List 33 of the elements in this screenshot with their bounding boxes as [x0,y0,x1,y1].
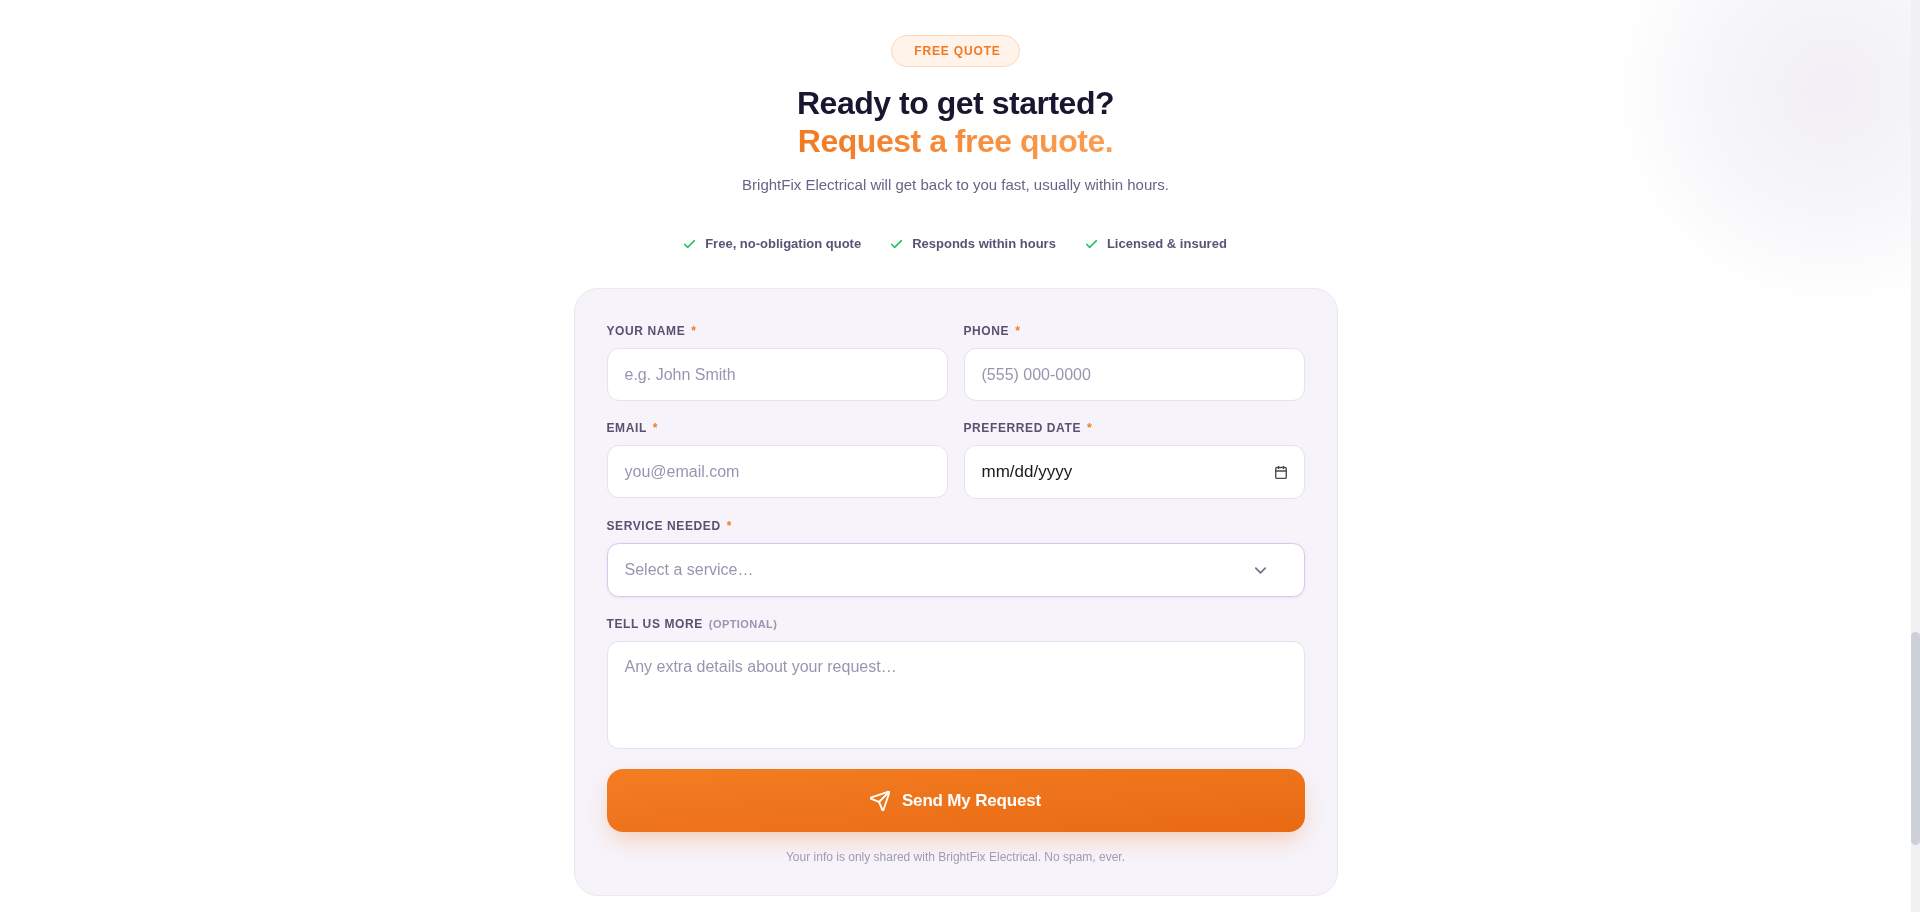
check-icon [684,240,696,248]
subtitle: BrightFix Electrical will get back to you fast, usually within hours. [742,175,1169,195]
send-icon [869,790,890,811]
free-quote-badge: FREE QUOTE [891,35,1020,67]
select-field[interactable]: Select a service… [606,543,1305,597]
heading: Ready to get started? [796,84,1115,122]
textarea-field[interactable]: Any extra details about your request… [606,641,1305,749]
scrollbar-thumb[interactable] [1911,632,1920,845]
required-mark: * [1015,324,1020,338]
required-mark: * [691,324,696,338]
calendar-icon [1274,465,1287,479]
date-field[interactable]: mm/dd/yyyy [963,445,1305,499]
required-mark: * [726,519,732,533]
field-label: PHONE [963,324,1010,338]
chevron-down-icon [1254,566,1266,574]
check-icon [1085,240,1097,248]
highlight-text: Responds within hours [912,236,1056,252]
check-icon [891,240,903,248]
field-label: YOUR NAME [606,324,686,338]
field-label: TELL US MORE [606,617,703,631]
field-label: PREFERRED DATE [963,421,1082,435]
submit-button[interactable]: Send My Request [606,769,1305,832]
highlight-text: Free, no-obligation quote [705,236,862,252]
field-label: EMAIL [606,421,647,435]
input-field[interactable]: (555) 000-0000 [963,348,1305,401]
input-field[interactable]: e.g. John Smith [606,348,948,401]
highlight-text: Licensed & insured [1106,236,1227,252]
field-label: SERVICE NEEDED [606,519,721,533]
privacy-note: Your info is only shared with BrightFix Electrical. No spam, ever. [785,849,1125,865]
input-field[interactable]: you@email.com [606,445,948,498]
optional-note: (OPTIONAL) [708,617,778,631]
required-mark: * [652,421,658,435]
required-mark: * [1087,421,1092,435]
